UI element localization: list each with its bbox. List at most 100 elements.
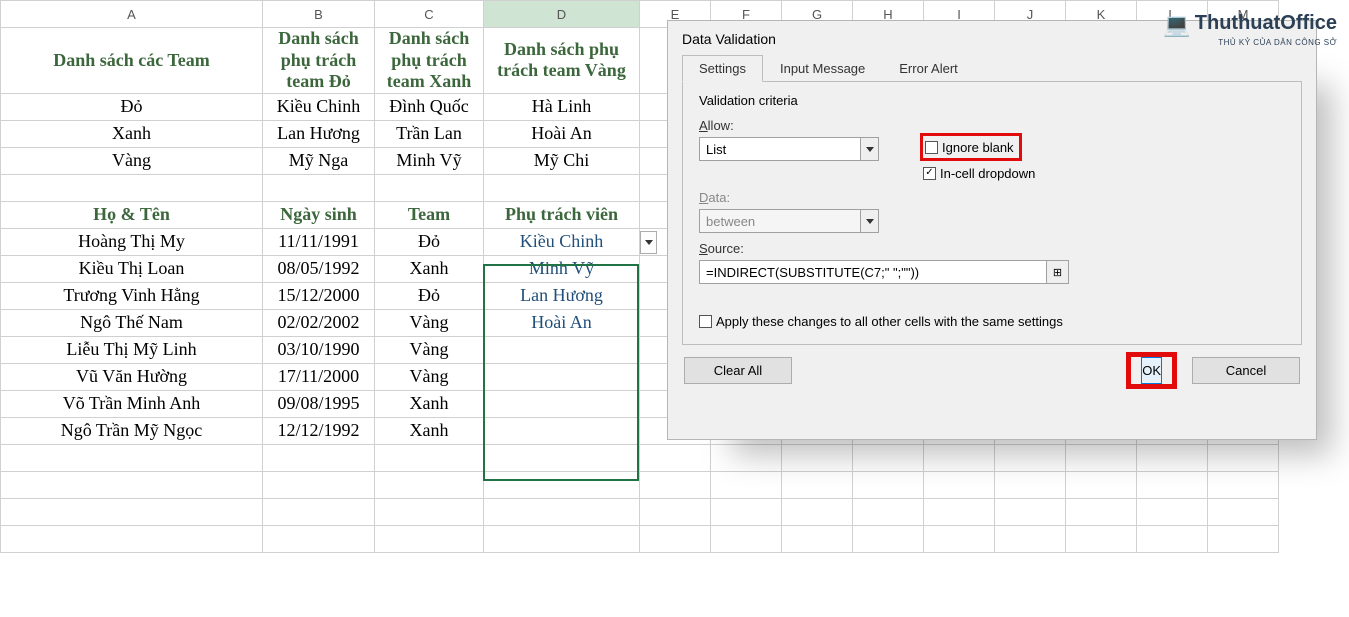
cell[interactable]: Trương Vinh Hằng — [1, 282, 263, 309]
cell[interactable]: Trần Lan — [375, 120, 484, 147]
source-input[interactable] — [700, 265, 1046, 280]
cell[interactable]: Mỹ Chi — [484, 147, 640, 174]
cell[interactable] — [1, 525, 263, 552]
cell[interactable] — [640, 471, 711, 498]
cell[interactable]: Ngô Trần Mỹ Ngọc — [1, 417, 263, 444]
cell[interactable] — [995, 444, 1066, 471]
cell[interactable] — [1066, 444, 1137, 471]
cell[interactable] — [484, 444, 640, 471]
cell[interactable]: Kiều Chinh — [263, 93, 375, 120]
cell[interactable]: 03/10/1990 — [263, 336, 375, 363]
cell[interactable] — [375, 525, 484, 552]
allow-combo[interactable]: List — [699, 137, 879, 161]
cell[interactable] — [995, 471, 1066, 498]
cell[interactable] — [711, 471, 782, 498]
cell[interactable]: Kiều Thị Loan — [1, 255, 263, 282]
cell[interactable]: Hà Linh — [484, 93, 640, 120]
col-dob[interactable]: Ngày sinh — [263, 201, 375, 228]
cell[interactable] — [484, 498, 640, 525]
cell[interactable] — [782, 471, 853, 498]
cell[interactable]: Xanh — [1, 120, 263, 147]
cell[interactable] — [1, 471, 263, 498]
chevron-down-icon[interactable] — [860, 138, 878, 160]
cell[interactable]: Vàng — [375, 309, 484, 336]
cell[interactable] — [484, 174, 640, 201]
cell[interactable] — [484, 363, 640, 390]
cell[interactable] — [1137, 498, 1208, 525]
cell[interactable]: 09/08/1995 — [263, 390, 375, 417]
cell[interactable]: Đỏ — [375, 282, 484, 309]
dropdown-arrow-icon[interactable] — [640, 231, 657, 254]
cell[interactable]: Minh Vỹ — [375, 147, 484, 174]
cell[interactable] — [924, 498, 995, 525]
header-team-blue[interactable]: Danh sách phụ trách team Xanh — [375, 28, 484, 94]
cell[interactable] — [263, 525, 375, 552]
cell[interactable] — [924, 525, 995, 552]
cell[interactable] — [263, 444, 375, 471]
cell[interactable] — [1208, 498, 1279, 525]
cell[interactable] — [1, 498, 263, 525]
cell[interactable] — [782, 498, 853, 525]
cell[interactable] — [1208, 471, 1279, 498]
cell[interactable] — [853, 444, 924, 471]
cell[interactable]: Hoàng Thị My — [1, 228, 263, 255]
cell[interactable] — [1208, 525, 1279, 552]
cell[interactable] — [995, 498, 1066, 525]
cell[interactable] — [853, 525, 924, 552]
cell[interactable] — [640, 498, 711, 525]
cell[interactable] — [263, 498, 375, 525]
cell[interactable]: 17/11/2000 — [263, 363, 375, 390]
cell[interactable] — [1, 444, 263, 471]
cell[interactable] — [484, 525, 640, 552]
header-team-red[interactable]: Danh sách phụ trách team Đỏ — [263, 28, 375, 94]
cell[interactable] — [375, 174, 484, 201]
col-team[interactable]: Team — [375, 201, 484, 228]
cell[interactable]: Lan Hương — [263, 120, 375, 147]
cell[interactable] — [484, 417, 640, 444]
cell[interactable] — [1137, 444, 1208, 471]
cell[interactable] — [995, 525, 1066, 552]
cell[interactable]: Liễu Thị Mỹ Linh — [1, 336, 263, 363]
cell[interactable]: Đình Quốc — [375, 93, 484, 120]
cell[interactable]: Lan Hương — [484, 282, 640, 309]
cell[interactable] — [1066, 525, 1137, 552]
col-supervisor[interactable]: Phụ trách viên — [484, 201, 640, 228]
cell[interactable]: Vàng — [375, 363, 484, 390]
cell[interactable] — [263, 174, 375, 201]
cell[interactable]: Vàng — [1, 147, 263, 174]
ok-button[interactable]: OK — [1141, 357, 1162, 384]
cell[interactable]: Xanh — [375, 255, 484, 282]
cell[interactable] — [924, 444, 995, 471]
cell[interactable] — [1066, 498, 1137, 525]
cell[interactable] — [853, 498, 924, 525]
col-header-B[interactable]: B — [263, 1, 375, 28]
cell[interactable] — [782, 525, 853, 552]
cell[interactable]: Hoài An — [484, 120, 640, 147]
cell[interactable]: 11/11/1991 — [263, 228, 375, 255]
cell[interactable] — [263, 471, 375, 498]
cell[interactable] — [375, 444, 484, 471]
cell[interactable]: Xanh — [375, 417, 484, 444]
cell[interactable]: 08/05/1992 — [263, 255, 375, 282]
header-team-yellow[interactable]: Danh sách phụ trách team Vàng — [484, 28, 640, 94]
clear-all-button[interactable]: Clear All — [684, 357, 792, 384]
cell[interactable] — [1137, 471, 1208, 498]
col-name[interactable]: Họ & Tên — [1, 201, 263, 228]
cell[interactable] — [924, 471, 995, 498]
cell[interactable]: Đỏ — [1, 93, 263, 120]
cell[interactable] — [853, 471, 924, 498]
cell[interactable] — [711, 525, 782, 552]
cell[interactable]: 02/02/2002 — [263, 309, 375, 336]
cell[interactable] — [711, 444, 782, 471]
cell[interactable] — [1, 174, 263, 201]
cell[interactable]: Ngô Thế Nam — [1, 309, 263, 336]
cell[interactable] — [1137, 525, 1208, 552]
cell[interactable]: Võ Trần Minh Anh — [1, 390, 263, 417]
cell[interactable] — [484, 336, 640, 363]
cell[interactable]: Xanh — [375, 390, 484, 417]
ignore-blank-checkbox[interactable]: Ignore blank — [925, 138, 1014, 156]
cell[interactable] — [711, 498, 782, 525]
tab-input-message[interactable]: Input Message — [763, 55, 882, 82]
cell[interactable] — [1208, 444, 1279, 471]
tab-settings[interactable]: Settings — [682, 55, 763, 82]
